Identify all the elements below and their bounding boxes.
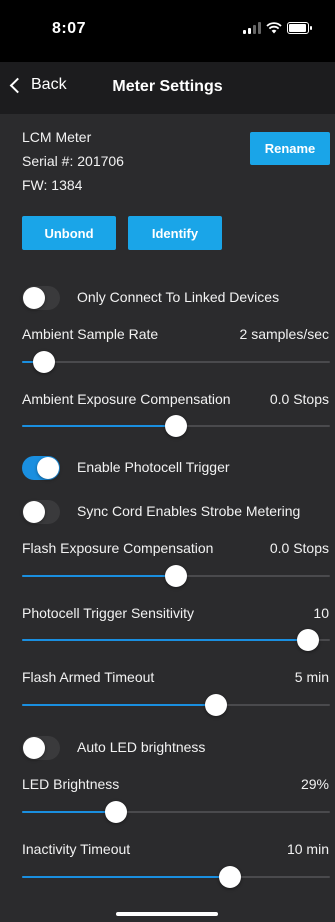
navigation-bar: Back Meter Settings: [0, 62, 335, 114]
inactivity-timeout-label: Inactivity Timeout: [22, 841, 131, 857]
flash-exposure-comp-label: Flash Exposure Compensation: [22, 540, 214, 556]
toggle-knob: [23, 737, 45, 759]
slider-thumb[interactable]: [165, 565, 187, 587]
page-title: Meter Settings: [112, 78, 223, 95]
device-serial: Serial #: 201706: [22, 153, 124, 169]
led-brightness-label: LED Brightness: [22, 776, 120, 792]
sync-cord-toggle[interactable]: [22, 500, 60, 524]
led-brightness-slider[interactable]: [22, 799, 330, 825]
toggle-knob: [37, 457, 59, 479]
status-bar: 8:07: [0, 0, 335, 62]
only-connect-label: Only Connect To Linked Devices: [77, 289, 280, 305]
rename-button[interactable]: Rename: [250, 132, 330, 165]
wifi-icon: [266, 22, 282, 34]
slider-fill: [22, 639, 308, 641]
device-name: LCM Meter: [22, 129, 92, 145]
toggle-knob: [23, 287, 45, 309]
slider-thumb[interactable]: [33, 351, 56, 373]
ambient-sample-rate-slider[interactable]: [22, 349, 330, 375]
slider-thumb[interactable]: [205, 694, 228, 716]
sync-cord-label: Sync Cord Enables Strobe Metering: [77, 503, 301, 519]
slider-thumb[interactable]: [165, 415, 187, 437]
slider-fill: [22, 704, 217, 706]
slider-fill: [22, 811, 116, 813]
enable-photocell-label: Enable Photocell Trigger: [77, 459, 230, 475]
flash-armed-timeout-label: Flash Armed Timeout: [22, 669, 155, 685]
photocell-sensitivity-value: 10: [313, 605, 329, 621]
device-firmware: FW: 1384: [22, 177, 83, 193]
ambient-exposure-comp-slider[interactable]: [22, 413, 330, 439]
ambient-sample-rate-label: Ambient Sample Rate: [22, 326, 159, 342]
photocell-sensitivity-slider[interactable]: [22, 627, 330, 653]
slider-thumb[interactable]: [104, 801, 127, 823]
unbond-button[interactable]: Unbond: [22, 216, 116, 250]
photocell-sensitivity-label: Photocell Trigger Sensitivity: [22, 605, 194, 621]
identify-button[interactable]: Identify: [128, 216, 222, 250]
inactivity-timeout-slider[interactable]: [22, 864, 330, 890]
flash-armed-timeout-slider[interactable]: [22, 692, 330, 718]
ambient-sample-rate-value: 2 samples/sec: [239, 326, 329, 342]
auto-led-toggle[interactable]: [22, 736, 60, 760]
inactivity-timeout-value: 10 min: [286, 841, 329, 857]
ambient-exposure-comp-value: 0.0 Stops: [269, 391, 329, 407]
status-time: 8:07: [52, 20, 87, 37]
cellular-signal-icon: [243, 22, 261, 34]
slider-thumb[interactable]: [296, 629, 319, 651]
slider-fill: [22, 876, 231, 878]
screen: 8:07 Back Meter Settings LCM Meter Seria…: [0, 0, 335, 922]
enable-photocell-toggle[interactable]: [22, 456, 60, 480]
home-indicator[interactable]: [116, 912, 218, 916]
ambient-exposure-comp-label: Ambient Exposure Compensation: [22, 391, 231, 407]
slider-thumb[interactable]: [219, 866, 242, 888]
flash-exposure-comp-slider[interactable]: [22, 563, 330, 589]
slider-track: [22, 361, 330, 363]
only-connect-toggle[interactable]: [22, 286, 60, 310]
slider-fill: [22, 425, 176, 427]
flash-exposure-comp-value: 0.0 Stops: [269, 540, 329, 556]
status-icons: [243, 22, 312, 34]
battery-icon: [287, 22, 312, 34]
led-brightness-value: 29%: [300, 776, 329, 792]
slider-fill: [22, 575, 176, 577]
toggle-knob: [23, 501, 45, 523]
auto-led-label: Auto LED brightness: [77, 739, 206, 755]
flash-armed-timeout-value: 5 min: [294, 669, 329, 685]
